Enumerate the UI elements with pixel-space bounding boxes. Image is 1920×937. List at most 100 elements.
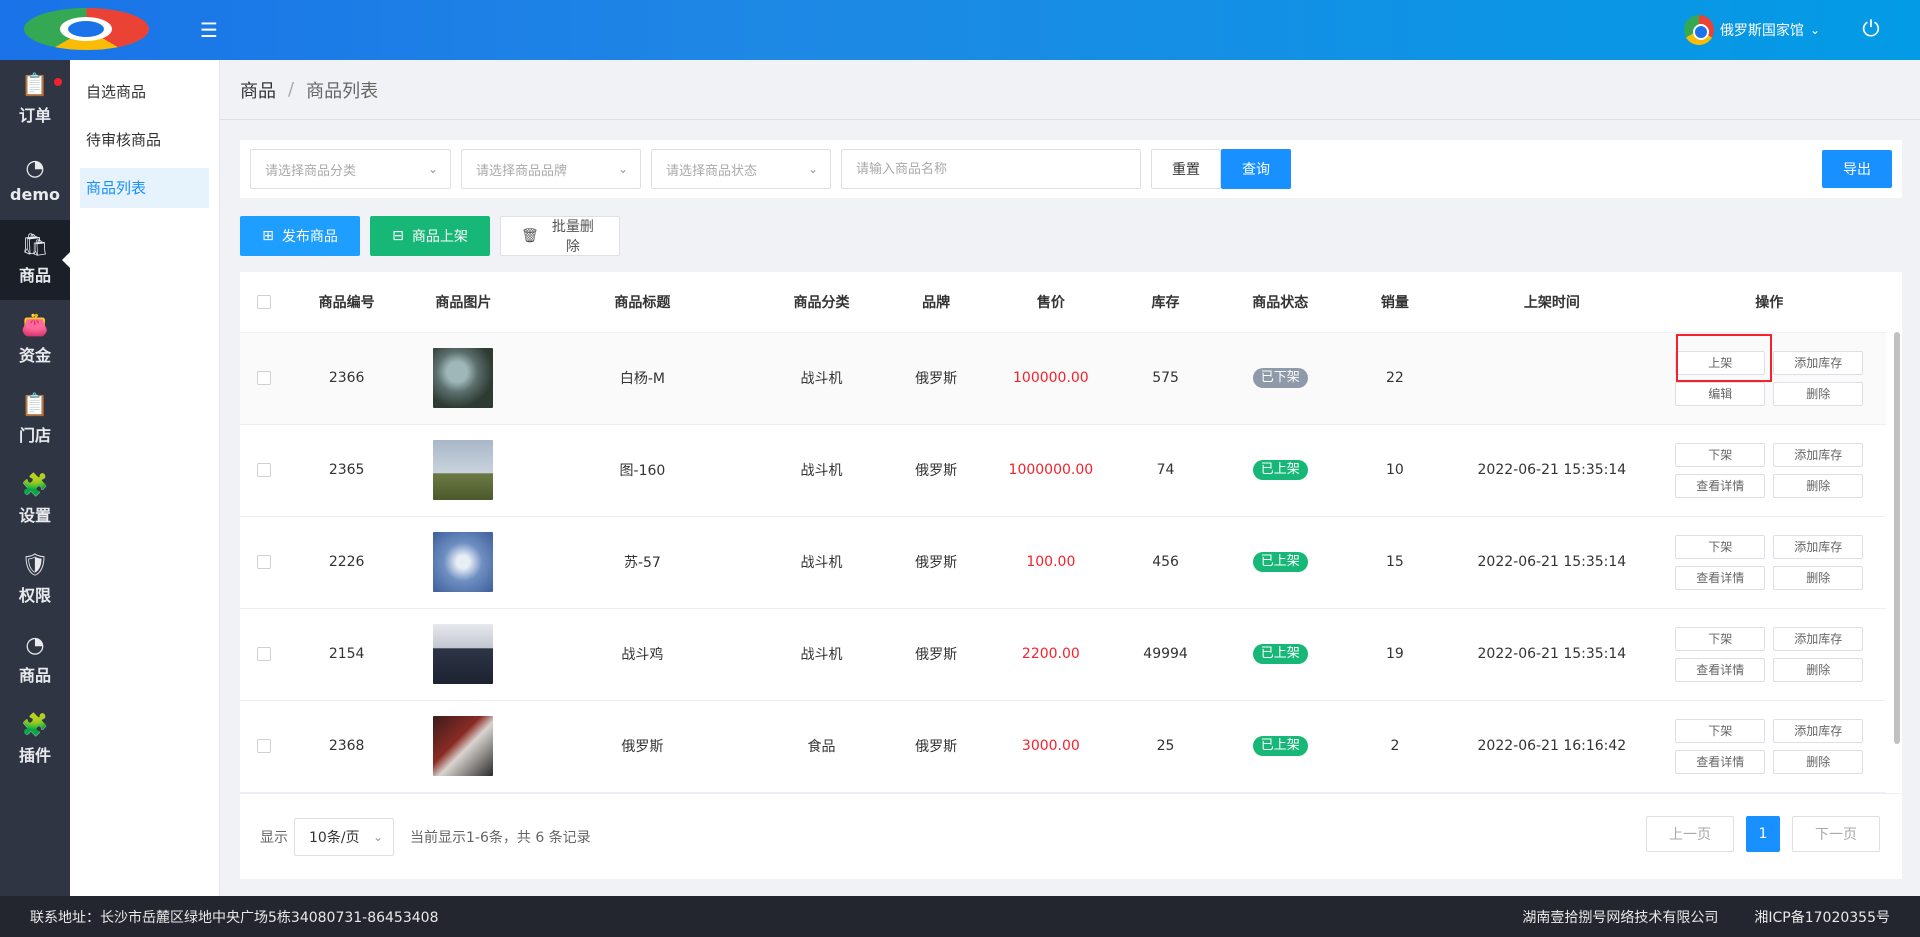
unshelve-button[interactable]: 下架 [1675,442,1766,467]
chevron-down-icon: ⌄ [617,162,628,176]
breadcrumb-parent[interactable]: 商品 [240,77,276,103]
add-stock-button[interactable]: 添加库存 [1773,442,1864,467]
delete-button[interactable]: 删除 [1773,473,1864,498]
batch-delete-button[interactable]: 🗑 批量删除 [500,216,620,256]
cell-brand: 俄罗斯 [879,516,993,609]
status-select[interactable]: 请选择商品状态 ⌄ [651,149,831,189]
cell-stock: 575 [1109,332,1222,425]
nav-item-plugins[interactable]: 🧩 插件 [0,700,70,780]
nav-item-settings[interactable]: 🧩 设置 [0,460,70,540]
row-checkbox[interactable] [257,739,272,753]
unshelve-button[interactable]: 下架 [1675,718,1766,743]
nav-item-label: 商品 [18,266,51,285]
view-details-button[interactable]: 查看详情 [1675,565,1766,590]
page-size-select[interactable]: 10条/页 ⌄ [294,817,394,856]
nav-item-demo[interactable]: ◔ demo [0,140,70,220]
add-stock-button[interactable]: 添加库存 [1773,534,1864,559]
delete-button[interactable]: 删除 [1773,749,1864,774]
nav-item-label: 插件 [18,746,51,765]
cell-price: 3000.00 [992,700,1110,793]
cell-price: 2200.00 [992,608,1110,701]
user-avatar [1683,15,1714,45]
prev-page-button[interactable]: 上一页 [1646,816,1734,852]
table-scrollbar[interactable] [1894,332,1900,744]
edit-button[interactable]: 编辑 [1675,381,1766,406]
pie-chart-icon: ◔ [25,633,45,658]
unshelve-button[interactable]: 下架 [1675,534,1766,559]
header-time: 上架时间 [1451,272,1653,333]
product-table-panel: 商品编号 商品图片 商品标题 商品分类 品牌 售价 库存 商品状态 销量 上架时… [240,272,1902,879]
product-image[interactable] [433,440,494,500]
cell-brand: 俄罗斯 [879,608,993,701]
shelve-product-button[interactable]: ⊟ 商品上架 [370,216,490,256]
product-image[interactable] [433,624,494,684]
unshelve-button[interactable]: 下架 [1675,626,1766,651]
row-checkbox[interactable] [257,371,272,385]
row-checkbox[interactable] [257,463,272,477]
table-row: 2368 俄罗斯 食品 俄罗斯 3000.00 25 已上架 2 2022-06… [240,700,1886,793]
shelve-button[interactable]: 上架 [1675,350,1766,375]
publish-product-button[interactable]: ⊞ 发布商品 [240,216,360,256]
footer-icp[interactable]: 湘ICP备17020355号 [1754,907,1890,927]
nav-item-products[interactable]: 🛍 商品 [0,220,70,300]
page-1-button[interactable]: 1 [1746,816,1780,852]
category-select[interactable]: 请选择商品分类 ⌄ [250,149,451,189]
delete-button[interactable]: 删除 [1773,657,1864,682]
cell-price: 100.00 [992,516,1110,609]
hamburger-menu-icon[interactable]: ☰ [198,19,220,41]
nav-item-orders[interactable]: 📋 订单 [0,60,70,140]
notification-dot [54,78,62,86]
product-image[interactable] [433,348,494,408]
cell-time: 2022-06-21 15:35:14 [1451,424,1653,517]
header-select-all[interactable] [240,272,289,333]
row-actions: 下架 添加库存 查看详情 删除 [1652,718,1886,774]
query-button[interactable]: 查询 [1221,149,1291,189]
header-brand: 品牌 [879,272,993,333]
header-id: 商品编号 [288,272,405,333]
cell-stock: 49994 [1109,608,1222,701]
row-checkbox[interactable] [257,647,272,661]
view-details-button[interactable]: 查看详情 [1675,657,1766,682]
breadcrumb: 商品 / 商品列表 [220,60,1920,120]
cell-sales: 22 [1338,332,1452,425]
filter-bar: 请选择商品分类 ⌄ 请选择商品品牌 ⌄ 请选择商品状态 ⌄ 重置 查询 导出 [240,140,1902,198]
nav-item-permissions[interactable]: 🛡 权限 [0,540,70,620]
reset-button[interactable]: 重置 [1151,149,1221,189]
nav-item-products-2[interactable]: ◔ 商品 [0,620,70,700]
table-row: 2154 战斗鸡 战斗机 俄罗斯 2200.00 49994 已上架 19 20… [240,608,1886,701]
add-stock-button[interactable]: 添加库存 [1773,626,1864,651]
power-icon[interactable]: ⏻ [1858,17,1884,43]
pagination: 显示 10条/页 ⌄ 当前显示1-6条，共 6 条记录 上一页 1 下一页 [240,793,1902,879]
nav-item-label: 资金 [18,346,51,365]
pie-chart-icon: ◔ [25,155,45,181]
user-menu[interactable]: 俄罗斯国家馆 ⌄ [1683,14,1820,46]
export-button[interactable]: 导出 [1822,150,1892,188]
view-details-button[interactable]: 查看详情 [1675,749,1766,774]
cell-stock: 456 [1109,516,1222,609]
header-price: 售价 [992,272,1110,333]
product-image[interactable] [433,532,494,592]
page-buttons: 上一页 1 下一页 [1646,816,1880,852]
nav-item-stores[interactable]: 📋 门店 [0,380,70,460]
next-page-button[interactable]: 下一页 [1792,816,1880,852]
view-details-button[interactable]: 查看详情 [1675,473,1766,498]
subnav-item-product-list[interactable]: 商品列表 [80,168,209,208]
cell-sales: 15 [1338,516,1452,609]
header-stock: 库存 [1109,272,1222,333]
nav-item-funds[interactable]: 👛 资金 [0,300,70,380]
product-image[interactable] [433,716,494,776]
subnav-item-pending-review[interactable]: 待审核商品 [80,120,209,160]
cell-time [1451,332,1653,425]
add-stock-button[interactable]: 添加库存 [1773,718,1864,743]
brand-select[interactable]: 请选择商品品牌 ⌄ [461,149,641,189]
product-name-input[interactable] [841,149,1141,189]
delete-button[interactable]: 删除 [1773,381,1864,406]
select-all-checkbox[interactable] [257,294,272,309]
subnav-item-selected-products[interactable]: 自选商品 [80,72,209,112]
add-stock-button[interactable]: 添加库存 [1773,350,1864,375]
cell-brand: 俄罗斯 [879,332,993,425]
delete-button[interactable]: 删除 [1773,565,1864,590]
status-select-placeholder: 请选择商品状态 [666,163,758,179]
app-logo[interactable] [24,8,149,50]
row-checkbox[interactable] [257,555,272,569]
